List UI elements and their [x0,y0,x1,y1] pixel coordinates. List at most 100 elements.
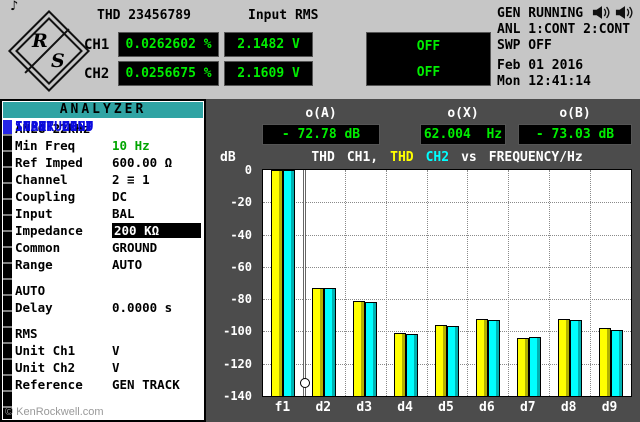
v-gridline [508,170,509,396]
y-tick-label: -20 [230,195,252,209]
x-tick-label: d4 [385,400,426,415]
cursor-b-display: - 73.03 dB [518,124,632,145]
menu-row-value: RMS [15,326,201,341]
menu-row-common[interactable]: CommonGROUND [15,239,201,256]
menu-row-value: AUTO [112,257,201,272]
menu-spacer [15,273,201,282]
aux-display: OFF OFF [366,32,491,86]
bar-ch2-d4 [406,334,418,396]
logo-letter-s: S [51,50,65,72]
x-tick-label: d8 [548,400,589,415]
thd-title: THD 23456789 [97,8,191,23]
cursor-x-label: o(X) [420,106,506,121]
anl-status: ANL 1:CONT 2:CONT [497,22,630,38]
bar-ch2-d3 [365,302,377,396]
bar-ch1-d7 [517,338,529,396]
menu-row-value: DC [112,189,201,204]
v-gridline [427,170,428,396]
menu-row-value: GEN TRACK [112,377,201,392]
analyzer-menu: INSTRUMENTANLG 22kHzMin Freq10 HzRef Imp… [15,120,201,393]
x-tick-label: d7 [507,400,548,415]
ch1-label: CH1 [84,37,109,53]
v-gridline [549,170,550,396]
plot-area[interactable] [262,169,632,397]
bar-ch2-d2 [324,288,336,396]
menu-row-label: Range [15,257,112,272]
menu-row-reference[interactable]: ReferenceGEN TRACK [15,376,201,393]
y-tick-label: -40 [230,228,252,242]
menu-row-value: 200 KΩ [112,223,201,238]
aux-ch1-value: OFF [417,39,440,54]
x-tick-label: d2 [303,400,344,415]
x-axis: f1d2d3d4d5d6d7d8d9 [262,400,632,416]
y-unit-label: dB [220,150,236,165]
ch1-thd-display: 0.0262602 % [118,32,219,57]
aux-ch2-value: OFF [417,65,440,80]
menu-row-impedance[interactable]: Impedance200 KΩ [15,222,201,239]
y-axis: 0-20-40-60-80-100-120-140 [206,169,256,395]
menu-row-label: Unit Ch1 [15,343,112,358]
header: ♪ R S THD 23456789 Input RMS CH1 CH2 0.0… [0,0,640,100]
menu-row-label: Impedance [15,223,112,238]
menu-row-value: 600.00 Ω [112,155,201,170]
menu-row-label: Delay [15,300,112,315]
bar-ch1-d6 [476,319,488,396]
v-gridline [590,170,591,396]
chart-title-segment: CH2 [426,150,449,165]
h-gridline [263,235,631,236]
chart-cursor-marker[interactable] [300,378,310,388]
chart-title-segment: THD [390,150,413,165]
menu-row-value: BAL [112,206,201,221]
bar-ch2-d7 [529,337,541,396]
bar-ch2-d8 [570,320,582,396]
menu-cursor[interactable] [3,120,12,134]
menu-row-label: Reference [15,377,112,392]
date-label: Feb 01 2016 [497,58,630,74]
logo-letter-r: R [32,30,48,52]
ch2-rms-display: 2.1609 V [224,61,313,86]
chart-cursor-line[interactable] [303,170,306,396]
ch2-thd-display: 0.0256675 % [118,61,219,86]
chart-title-segment: FREQUENCY/Hz [489,150,583,165]
cursor-b-label: o(B) [518,106,632,121]
bar-ch2-d6 [488,320,500,396]
v-gridline [386,170,387,396]
menu-row-start-cond[interactable]: START CONDAUTO [15,282,201,299]
x-tick-label: d5 [426,400,467,415]
menu-row-unit-ch2[interactable]: Unit Ch2V [15,359,201,376]
chart-title: THDCH1,THDCH2vsFREQUENCY/Hz [262,150,632,165]
chart-panel: o(A) o(X) o(B) - 72.78 dB 62.004 Hz - 73… [206,99,640,422]
swp-status: SWP OFF [497,38,630,54]
bar-ch2-f1 [283,170,295,396]
menu-row-delay[interactable]: Delay0.0000 s [15,299,201,316]
cursor-a-display: - 72.78 dB [262,124,380,145]
menu-row-label: Unit Ch2 [15,360,112,375]
menu-row-input-disp[interactable]: INPUT DISPRMS [15,325,201,342]
x-tick-label: d6 [466,400,507,415]
bar-ch2-d5 [447,326,459,396]
menu-scrollbar[interactable] [3,120,12,419]
analyzer-title: ANALYZER [3,102,203,118]
menu-row-range[interactable]: RangeAUTO [15,256,201,273]
x-tick-label: d3 [344,400,385,415]
menu-row-label: INPUT DISP [15,120,112,220]
menu-row-value: 10 Hz [112,138,201,153]
bar-ch1-d2 [312,288,324,396]
menu-row-value: V [112,360,201,375]
menu-row-unit-ch1[interactable]: Unit Ch1V [15,342,201,359]
input-rms-title: Input RMS [248,8,318,23]
y-tick-label: -100 [223,324,252,338]
y-tick-label: -80 [230,292,252,306]
menu-row-value: GROUND [112,240,201,255]
watermark: © KenRockwell.com [5,406,104,418]
chart-title-segment: THD [311,150,334,165]
analyzer-panel: ANALYZER INSTRUMENTANLG 22kHzMin Freq10 … [0,99,206,422]
x-tick-label: d9 [589,400,630,415]
bar-ch1-d9 [599,328,611,396]
v-gridline [467,170,468,396]
h-gridline [263,202,631,203]
bar-ch1-d4 [394,333,406,396]
bar-ch1-d5 [435,325,447,396]
rs-logo: ♪ R S [4,2,90,98]
y-tick-label: -60 [230,260,252,274]
